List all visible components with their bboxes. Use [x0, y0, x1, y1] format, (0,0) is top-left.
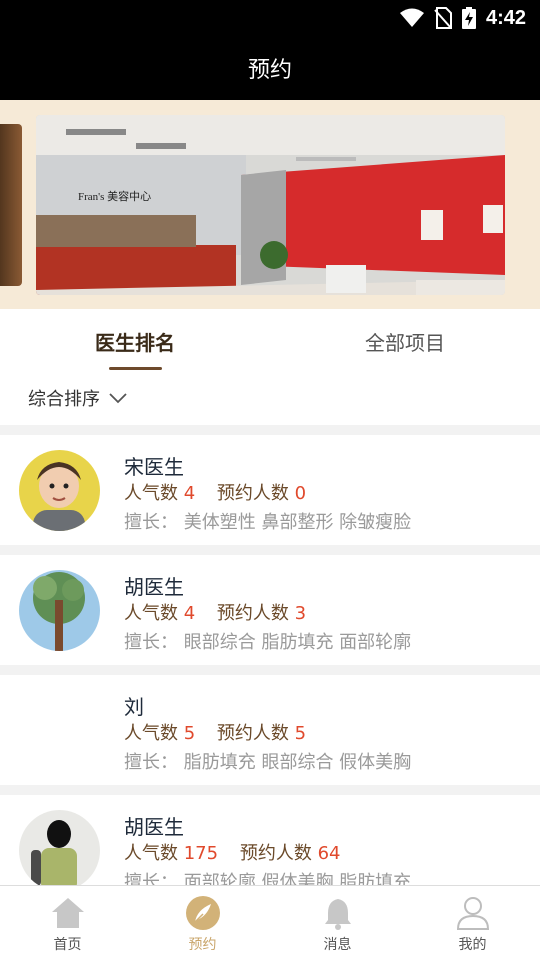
title-bar: 预约 [0, 36, 540, 100]
nav-appointment[interactable]: 预约 [135, 886, 270, 960]
tab-doctor-ranking[interactable]: 医生排名 [0, 309, 270, 373]
appointments-value: 64 [317, 843, 341, 864]
status-time: 4:42 [485, 6, 526, 29]
doctor-avatar [19, 570, 100, 651]
active-tab-indicator [109, 367, 162, 370]
doctor-stats: 人气数 4 预约人数 3 [124, 599, 306, 625]
doctor-name: 刘 [124, 695, 144, 719]
specialty-label: 擅长： [124, 752, 178, 773]
doctor-name: 胡医生 [124, 815, 184, 839]
person-icon [456, 897, 489, 930]
nav-profile[interactable]: 我的 [405, 886, 540, 960]
nav-appointment-label: 预约 [188, 937, 217, 953]
appointments-value: 5 [294, 723, 307, 744]
popularity-label: 人气数 [124, 723, 178, 744]
doctor-stats: 人气数 175 预约人数 64 [124, 839, 340, 865]
bell-icon [324, 899, 351, 930]
doctor-specialties: 擅长： 面部轮廓 假体美胸 脂肪填充 [124, 868, 411, 885]
doctor-stats: 人气数 4 预约人数 0 [124, 479, 306, 505]
popularity-value: 175 [183, 843, 219, 864]
bottom-nav: 首页 预约 消息 我的 [0, 885, 540, 960]
specialty-values: 美体塑性 鼻部整形 除皱瘦脸 [183, 512, 412, 533]
page-title: 预约 [247, 58, 292, 83]
doctor-avatar [19, 810, 100, 885]
banner-sign-text: Fran's 美容中心 [78, 189, 151, 203]
home-icon [51, 898, 84, 928]
doctor-specialties: 擅长： 美体塑性 鼻部整形 除皱瘦脸 [124, 508, 411, 534]
popularity-value: 4 [183, 603, 196, 624]
appointments-label: 预约人数 [216, 723, 289, 744]
chevron-down-icon [109, 393, 127, 404]
nav-profile-label: 我的 [458, 937, 487, 953]
appointments-label: 预约人数 [216, 483, 289, 504]
doctor-specialties: 擅长： 眼部综合 脂肪填充 面部轮廓 [124, 628, 411, 654]
nav-home[interactable]: 首页 [0, 886, 135, 960]
popularity-label: 人气数 [124, 603, 178, 624]
popularity-value: 4 [183, 483, 196, 504]
tab-bar: 医生排名 全部项目 [0, 309, 540, 373]
popularity-label: 人气数 [124, 483, 178, 504]
sort-bar: 综合排序 [0, 373, 540, 425]
doctor-list: 宋医生 人气数 4 预约人数 0 擅长： 美体塑性 鼻部整形 除皱瘦脸 胡医生 … [0, 435, 540, 885]
doctor-avatar [19, 450, 100, 531]
wifi-icon [399, 8, 424, 27]
popularity-label: 人气数 [124, 843, 178, 864]
nav-home-label: 首页 [53, 937, 82, 953]
banner-image[interactable]: Fran's 美容中心 [36, 115, 505, 295]
sort-dropdown[interactable]: 综合排序 [28, 385, 128, 411]
no-sim-icon [434, 7, 452, 29]
specialty-values: 眼部综合 脂肪填充 面部轮廓 [183, 632, 412, 653]
status-icons: 4:42 [399, 6, 526, 30]
doctor-card[interactable]: 胡医生 人气数 4 预约人数 3 擅长： 眼部综合 脂肪填充 面部轮廓 [0, 555, 540, 665]
sort-label: 综合排序 [28, 389, 100, 410]
specialty-label: 擅长： [124, 632, 178, 653]
appointments-label: 预约人数 [216, 603, 289, 624]
popularity-value: 5 [183, 723, 196, 744]
appointments-label: 预约人数 [239, 843, 312, 864]
appointments-value: 0 [294, 483, 307, 504]
specialty-values: 脂肪填充 眼部综合 假体美胸 [183, 752, 412, 773]
nav-messages[interactable]: 消息 [270, 886, 405, 960]
doctor-name: 胡医生 [124, 575, 184, 599]
doctor-name: 宋医生 [124, 455, 184, 479]
appointments-value: 3 [294, 603, 307, 624]
banner-carousel[interactable]: Fran's 美容中心 [0, 100, 540, 309]
banner-prev-slide[interactable] [0, 124, 22, 286]
doctor-card[interactable]: 刘 人气数 5 预约人数 5 擅长： 脂肪填充 眼部综合 假体美胸 [0, 675, 540, 785]
feather-icon [185, 896, 220, 930]
specialty-label: 擅长： [124, 872, 178, 885]
specialty-values: 面部轮廓 假体美胸 脂肪填充 [183, 872, 412, 885]
specialty-label: 擅长： [124, 512, 178, 533]
battery-charging-icon [461, 7, 476, 29]
doctor-card[interactable]: 胡医生 人气数 175 预约人数 64 擅长： 面部轮廓 假体美胸 脂肪填充 [0, 795, 540, 885]
doctor-stats: 人气数 5 预约人数 5 [124, 719, 306, 745]
doctor-card[interactable]: 宋医生 人气数 4 预约人数 0 擅长： 美体塑性 鼻部整形 除皱瘦脸 [0, 435, 540, 545]
status-bar: 4:42 [0, 0, 540, 36]
doctor-specialties: 擅长： 脂肪填充 眼部综合 假体美胸 [124, 748, 411, 774]
nav-messages-label: 消息 [323, 937, 352, 953]
tab-all-projects[interactable]: 全部项目 [270, 309, 540, 373]
